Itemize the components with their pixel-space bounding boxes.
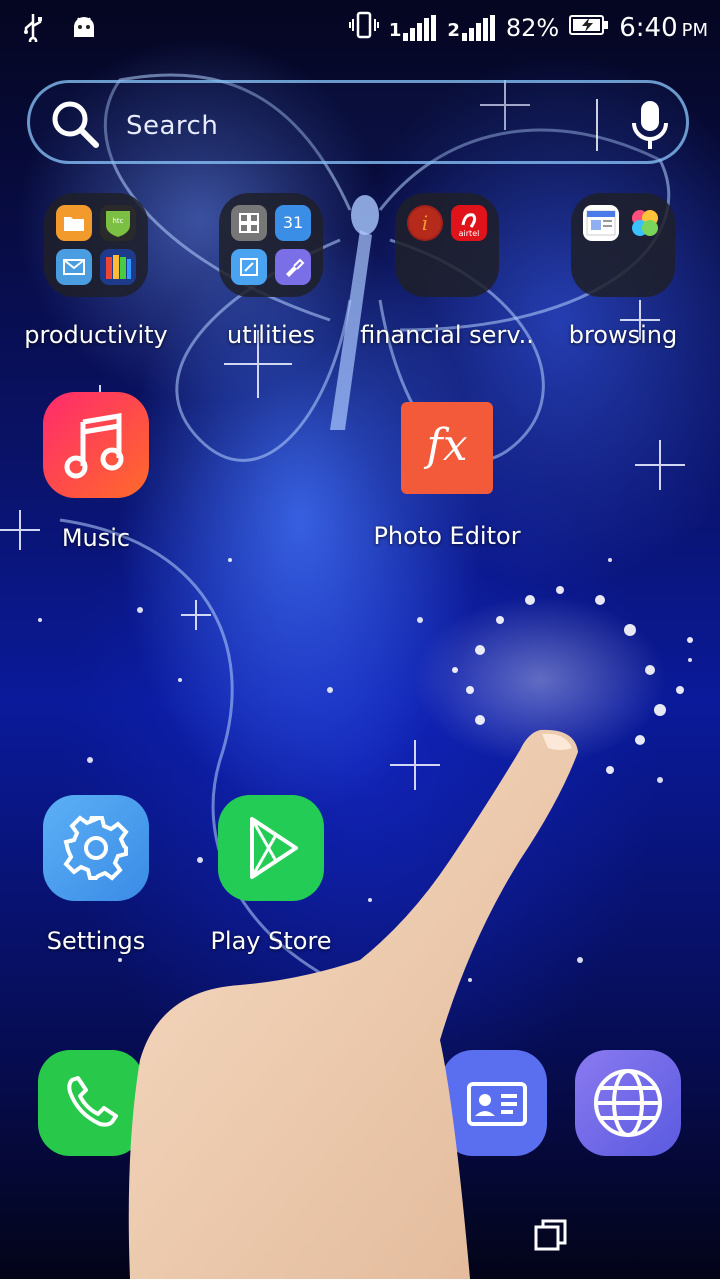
hand-image [128,729,578,1279]
recents-icon[interactable] [533,1218,569,1252]
